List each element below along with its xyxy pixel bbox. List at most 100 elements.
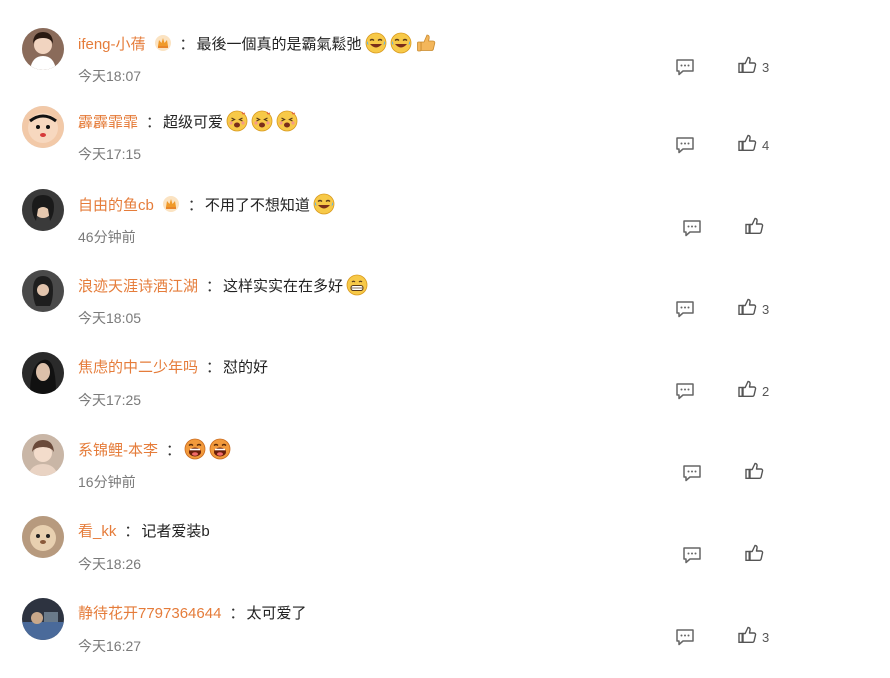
big-laugh-emoji-icon [184, 438, 206, 460]
laugh-cry-emoji-icon [390, 32, 412, 54]
like-count: 2 [762, 383, 770, 399]
thumbs-up-icon [737, 625, 757, 650]
thumbs-up-icon [737, 55, 757, 80]
reply-button[interactable] [674, 56, 696, 78]
comment-icon [674, 137, 696, 160]
excited-emoji-icon [276, 110, 298, 132]
like-count: 3 [762, 301, 770, 317]
comment-text: 最後一個真的是霸氣鬆弛 [196, 35, 362, 53]
timestamp: 今天17:15 [78, 146, 142, 162]
separator: ： [166, 441, 182, 459]
thumbs-up-icon [744, 461, 764, 486]
comment-icon [674, 301, 696, 324]
avatar[interactable] [22, 598, 64, 640]
like-button[interactable] [744, 544, 764, 566]
comment-icon [674, 629, 696, 652]
comment-text: 不用了不想知道 [204, 196, 310, 214]
separator: ： [206, 277, 222, 295]
thumbs-up-icon [737, 379, 757, 404]
like-count: 3 [762, 629, 770, 645]
username-link[interactable]: 静待花开7797364644 [78, 602, 221, 623]
comment-icon [681, 465, 703, 488]
comment-item: 霹霹霏霏 ：超级可爱今天17:15 4 [0, 104, 890, 186]
like-button[interactable]: 3 [737, 298, 769, 320]
avatar[interactable] [22, 434, 64, 476]
reply-button[interactable] [681, 544, 703, 566]
comment-line: 自由的鱼cb ：不用了不想知道 [78, 193, 335, 215]
comment-line: 焦虑的中二少年吗 ：怼的好 [78, 356, 268, 377]
thumbs-up-icon [744, 543, 764, 568]
comment-icon [674, 59, 696, 82]
comment-line: 浪迹天涯诗酒江湖 ：这样实实在在多好 [78, 274, 368, 296]
thumbs-up-icon [737, 133, 757, 158]
grin-emoji-icon [346, 274, 368, 296]
separator: ： [206, 359, 222, 376]
big-laugh-emoji-icon [209, 438, 231, 460]
timestamp: 今天17:25 [78, 392, 142, 408]
thumbs-up-icon [744, 216, 764, 241]
timestamp: 今天16:27 [78, 638, 142, 654]
username-link[interactable]: 焦虑的中二少年吗 [78, 356, 198, 377]
avatar[interactable] [22, 516, 64, 558]
reply-button[interactable] [674, 380, 696, 402]
username-link[interactable]: 自由的鱼cb [78, 194, 154, 215]
comment-text: 这样实实在在多好 [223, 277, 344, 295]
crown-badge-icon [162, 195, 180, 213]
comment-icon [681, 547, 703, 570]
timestamp: 46分钟前 [78, 229, 136, 245]
username-link[interactable]: 霹霹霏霏 [78, 111, 138, 132]
timestamp: 今天18:26 [78, 556, 142, 572]
like-button[interactable] [744, 217, 764, 239]
comment-text: 怼的好 [223, 359, 269, 376]
like-count: 3 [762, 59, 770, 75]
timestamp: 今天18:07 [78, 68, 142, 84]
separator: ： [124, 523, 140, 540]
separator: ： [179, 35, 195, 53]
avatar[interactable] [22, 28, 64, 70]
thumbs-up-icon [737, 297, 757, 322]
comment-item: 自由的鱼cb ：不用了不想知道 46分钟前 [0, 187, 890, 269]
excited-emoji-icon [226, 110, 248, 132]
comment-text: 记者爱装b [141, 523, 210, 540]
timestamp: 今天18:05 [78, 310, 142, 326]
avatar[interactable] [22, 270, 64, 312]
like-button[interactable]: 4 [737, 134, 769, 156]
username-link[interactable]: ifeng-小蒨 [78, 33, 146, 54]
comment-item: 静待花开7797364644 ：太可爱了今天16:27 3 [0, 596, 890, 678]
laugh-cry-emoji-icon [365, 32, 387, 54]
comment-line: 静待花开7797364644 ：太可爱了 [78, 602, 306, 623]
avatar[interactable] [22, 106, 64, 148]
comment-line: 霹霹霏霏 ：超级可爱 [78, 110, 298, 132]
like-button[interactable] [744, 462, 764, 484]
comment-item: 系锦鲤-本李 ： 16分钟前 [0, 432, 890, 514]
thumbs-up-emoji-icon [415, 32, 437, 54]
reply-button[interactable] [681, 217, 703, 239]
like-button[interactable]: 3 [737, 626, 769, 648]
laugh-cry-emoji-icon [313, 193, 335, 215]
comment-item: 看_kk ：记者爱装b 今天18:26 [0, 514, 890, 596]
avatar[interactable] [22, 352, 64, 394]
comment-icon [681, 220, 703, 243]
excited-emoji-icon [251, 110, 273, 132]
separator: ： [187, 196, 203, 214]
reply-button[interactable] [681, 462, 703, 484]
comment-icon [674, 383, 696, 406]
separator: ： [229, 605, 245, 622]
comment-line: ifeng-小蒨 ：最後一個真的是霸氣鬆弛 [78, 32, 437, 54]
reply-button[interactable] [674, 298, 696, 320]
reply-button[interactable] [674, 626, 696, 648]
reply-button[interactable] [674, 134, 696, 156]
like-button[interactable]: 2 [737, 380, 769, 402]
comment-item: ifeng-小蒨 ：最後一個真的是霸氣鬆弛今天18:07 3 [0, 26, 890, 108]
timestamp: 16分钟前 [78, 474, 136, 490]
crown-badge-icon [154, 34, 172, 52]
username-link[interactable]: 系锦鲤-本李 [78, 439, 158, 460]
like-button[interactable]: 3 [737, 56, 769, 78]
comment-item: 浪迹天涯诗酒江湖 ：这样实实在在多好今天18:05 3 [0, 268, 890, 350]
avatar[interactable] [22, 189, 64, 231]
username-link[interactable]: 看_kk [78, 520, 116, 541]
username-link[interactable]: 浪迹天涯诗酒江湖 [78, 275, 198, 296]
comment-item: 焦虑的中二少年吗 ：怼的好今天17:25 2 [0, 350, 890, 432]
like-count: 4 [762, 137, 770, 153]
comment-text: 太可爱了 [246, 605, 307, 622]
